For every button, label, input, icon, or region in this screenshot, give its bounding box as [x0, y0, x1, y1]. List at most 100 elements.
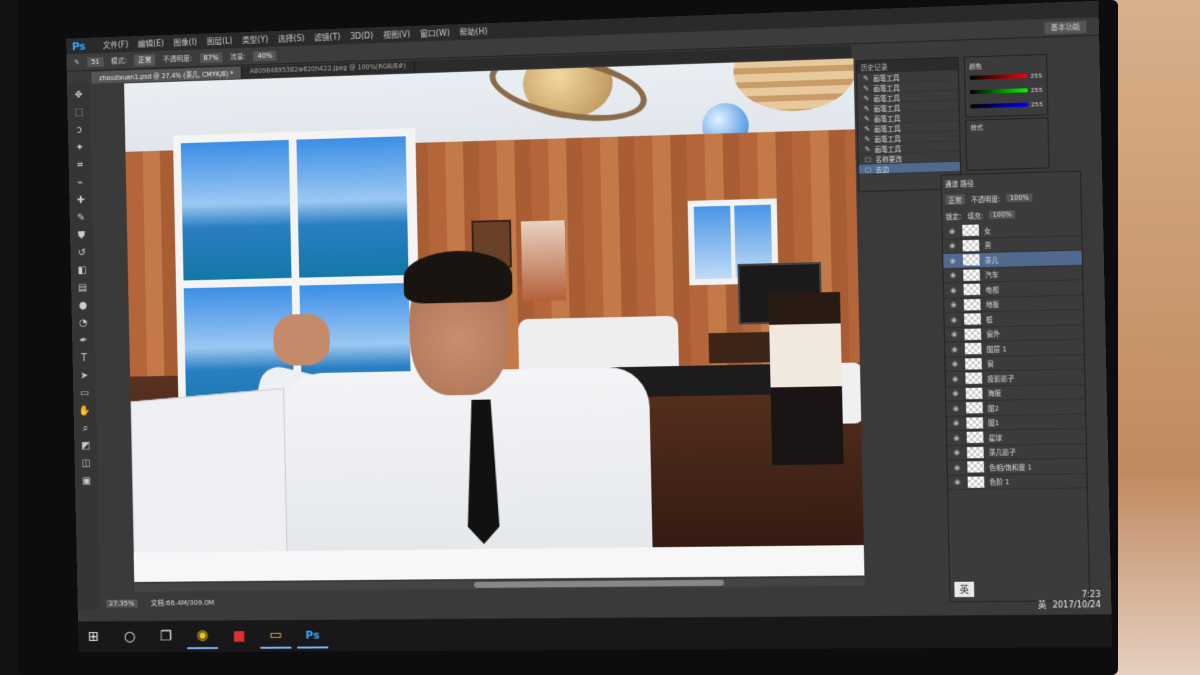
stamp-tool-icon[interactable]: ⛊ — [75, 229, 89, 243]
layer-thumbnail — [966, 446, 984, 459]
eye-icon[interactable]: ◉ — [950, 286, 958, 294]
hand-tool-icon[interactable]: ✋ — [78, 405, 92, 419]
eye-icon[interactable]: ◉ — [951, 345, 959, 353]
menu-layer[interactable]: 图层(L) — [207, 35, 233, 47]
blur-icon[interactable]: ● — [76, 299, 90, 313]
marquee-tool-icon[interactable]: ⬚ — [72, 106, 86, 120]
move-tool-icon[interactable]: ✥ — [72, 89, 86, 103]
fill-label: 填充: — [967, 212, 984, 221]
shape-tool-icon[interactable]: ▭ — [78, 387, 92, 401]
eye-icon[interactable]: ◉ — [950, 301, 958, 309]
eye-icon[interactable]: ◉ — [953, 419, 961, 427]
quick-mask-icon[interactable]: ◫ — [79, 457, 93, 471]
brush-tool-icon[interactable]: ✎ — [74, 212, 88, 226]
blue-slider[interactable] — [970, 102, 1028, 109]
red-value[interactable]: 255 — [1030, 72, 1042, 80]
blend-mode-select[interactable]: 正常 — [945, 194, 965, 205]
workspace-select[interactable]: 基本功能 — [1044, 20, 1087, 34]
blue-value[interactable]: 255 — [1031, 101, 1043, 109]
screen-mode-icon[interactable]: ▣ — [80, 475, 94, 489]
brush-icon[interactable]: ✎ — [74, 58, 80, 66]
path-select-icon[interactable]: ➤ — [78, 370, 92, 384]
eyedropper-icon[interactable]: ⌁ — [74, 176, 88, 190]
eye-icon[interactable]: ◉ — [954, 478, 962, 486]
layer-thumbnail — [962, 239, 980, 252]
photoshop-logo: Ps — [71, 39, 86, 53]
menu-3d[interactable]: 3D(D) — [350, 31, 373, 41]
green-slider[interactable] — [969, 88, 1028, 95]
mode-select[interactable]: 正常 — [134, 53, 156, 66]
crop-tool-icon[interactable]: ⌗ — [73, 159, 87, 173]
eye-icon[interactable]: ◉ — [949, 256, 957, 264]
windows-start-icon[interactable]: ⊞ — [78, 624, 109, 650]
menu-window[interactable]: 窗口(W) — [420, 27, 450, 39]
opacity-label: 不透明度: — [162, 54, 193, 64]
menu-file[interactable]: 文件(F) — [103, 39, 129, 51]
layer-thumbnail — [963, 298, 981, 311]
styles-title: 样式 — [970, 124, 984, 132]
pen-tool-icon[interactable]: ✒ — [77, 334, 91, 348]
screen: Ps 文件(F) 编辑(E) 图像(I) 图层(L) 类型(Y) 选择(S) 滤… — [66, 0, 1113, 653]
layer-thumbnail — [964, 343, 982, 355]
youdao-icon[interactable]: ■ — [223, 623, 254, 649]
history-brush-icon[interactable]: ↺ — [75, 247, 89, 261]
healing-brush-icon[interactable]: ✚ — [74, 194, 88, 208]
task-view-icon[interactable]: ❐ — [150, 624, 181, 650]
cortana-icon[interactable]: ○ — [114, 624, 145, 650]
eye-icon[interactable]: ◉ — [951, 330, 959, 338]
chrome-icon[interactable]: ◉ — [186, 623, 219, 650]
color-panel: 颜色 255 255 255 — [963, 53, 1049, 118]
red-slider[interactable] — [969, 73, 1028, 80]
eye-icon[interactable]: ◉ — [953, 434, 961, 442]
eye-icon[interactable]: ◉ — [954, 448, 962, 456]
eye-icon[interactable]: ◉ — [952, 375, 960, 383]
menu-edit[interactable]: 编辑(E) — [138, 38, 164, 50]
taskbar: ⊞ ○ ❐ ◉ ■ ▭ Ps 英 7:23 2017/10/24 — [77, 590, 1113, 653]
layer-row[interactable]: ◉ 色阶 1 — [947, 473, 1087, 491]
quick-select-icon[interactable]: ✦ — [73, 141, 87, 155]
document-icon: ▢ — [864, 154, 872, 164]
type-tool-icon[interactable]: T — [77, 352, 91, 366]
file-explorer-icon[interactable]: ▭ — [259, 622, 292, 649]
eye-icon[interactable]: ◉ — [952, 360, 960, 368]
tray-ime[interactable]: 英 — [1038, 599, 1047, 610]
zoom-tool-icon[interactable]: ⌕ — [79, 422, 93, 436]
menu-type[interactable]: 类型(Y) — [242, 34, 268, 46]
brush-size-field[interactable]: 51 — [87, 56, 104, 67]
movie-poster — [520, 220, 567, 302]
gradient-icon[interactable]: ▤ — [76, 282, 90, 296]
brush-icon: ✎ — [864, 124, 870, 133]
opacity-field[interactable]: 87% — [199, 52, 223, 63]
history-item-active[interactable]: ▢ 去边 — [858, 161, 961, 175]
history-panel: 历史记录 ✎ 画笔工具 ✎ 画笔工具 ✎ 画笔工具 ✎ 画笔工具 ✎ 画笔工具 ✎ 画笔工具… — [855, 56, 962, 193]
menu-filter[interactable]: 滤镜(T) — [314, 31, 341, 43]
eye-icon[interactable]: ◉ — [954, 463, 962, 471]
scrollbar-thumb[interactable] — [473, 579, 724, 588]
document-icon: ▢ — [864, 164, 872, 174]
eye-icon[interactable]: ◉ — [950, 271, 958, 279]
green-value[interactable]: 255 — [1031, 86, 1043, 94]
document-canvas[interactable] — [124, 58, 865, 582]
clock[interactable]: 7:23 2017/10/24 — [1052, 590, 1101, 611]
eye-icon[interactable]: ◉ — [949, 227, 957, 235]
dodge-icon[interactable]: ◔ — [77, 317, 91, 331]
layer-thumbnail — [966, 402, 983, 414]
menu-help[interactable]: 帮助(H) — [459, 26, 487, 38]
menu-view[interactable]: 视图(V) — [383, 28, 410, 40]
eye-icon[interactable]: ◉ — [953, 404, 961, 412]
menu-select[interactable]: 选择(S) — [278, 32, 305, 44]
lasso-tool-icon[interactable]: ↄ — [73, 124, 87, 138]
eye-icon[interactable]: ◉ — [952, 389, 960, 397]
color-swatch-icon[interactable]: ◩ — [79, 440, 93, 454]
menu-image[interactable]: 图像(I) — [173, 36, 197, 48]
styles-panel: 样式 — [965, 117, 1050, 171]
eye-icon[interactable]: ◉ — [951, 315, 959, 324]
fill-field[interactable]: 100% — [989, 210, 1016, 220]
eraser-icon[interactable]: ◧ — [75, 264, 89, 278]
layer-opacity-field[interactable]: 100% — [1006, 193, 1033, 203]
layer-thumbnail — [965, 387, 983, 399]
zoom-field[interactable]: 27.35% — [106, 599, 138, 608]
eye-icon[interactable]: ◉ — [949, 242, 957, 250]
photoshop-icon[interactable]: Ps — [296, 622, 329, 649]
flow-field[interactable]: 40% — [253, 50, 277, 61]
